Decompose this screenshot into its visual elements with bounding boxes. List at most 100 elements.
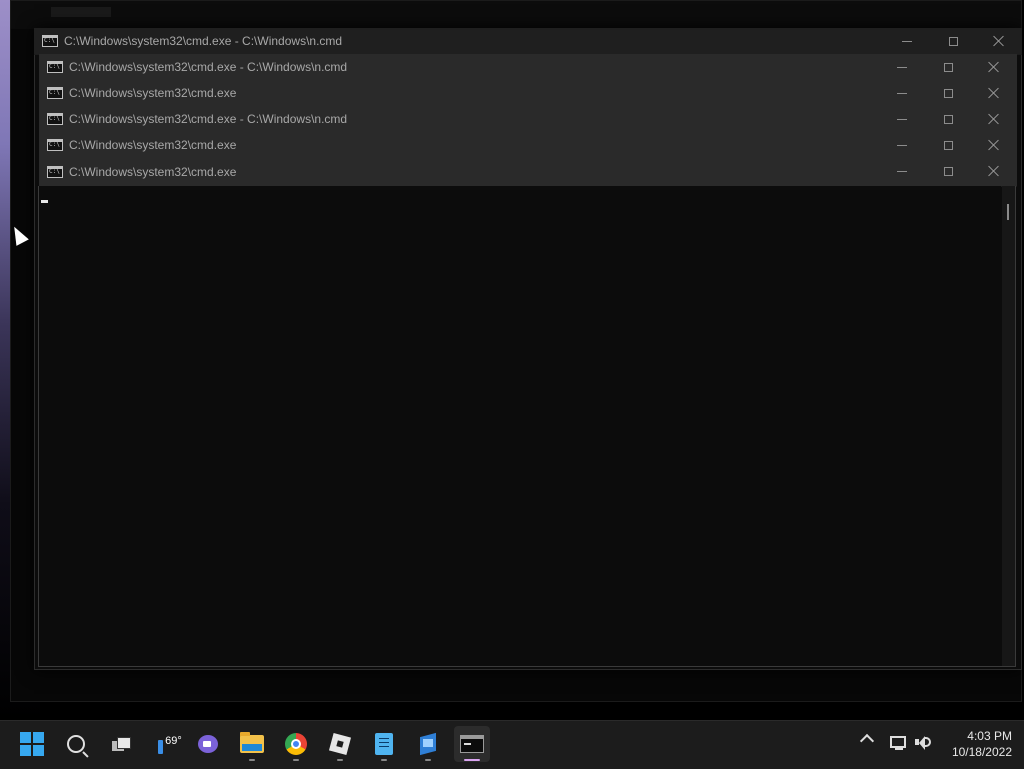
background-window-title [51,7,111,17]
cmd-window-titlebar-5[interactable]: C:\Windows\system32\cmd.exe [39,132,1017,159]
close-button[interactable] [976,28,1022,54]
cmd-window-titlebar-3[interactable]: C:\Windows\system32\cmd.exe [39,80,1017,107]
app-button[interactable] [410,726,446,762]
scrollbar-thumb[interactable] [1007,204,1009,220]
cmd-window-titlebar-6[interactable]: C:\Windows\system32\cmd.exe [39,158,1017,187]
roblox-button[interactable] [322,726,358,762]
close-button[interactable] [971,158,1017,184]
network-icon[interactable] [890,736,906,750]
minimize-button[interactable] [879,158,925,184]
volume-icon[interactable] [915,735,931,751]
active-indicator [464,759,480,761]
minimize-button[interactable] [884,28,930,54]
close-icon [988,87,1000,99]
maximize-button[interactable] [925,158,971,184]
cmd-icon [42,35,58,47]
running-indicator [293,759,299,761]
maximize-button[interactable] [925,106,971,132]
window-controls [884,28,1022,54]
terminal-button[interactable] [454,726,490,762]
window-title: C:\Windows\system32\cmd.exe - C:\Windows… [64,34,343,48]
app-icon [417,733,439,755]
search-button[interactable] [58,726,94,762]
minimize-icon [897,144,907,146]
close-icon [988,139,1000,151]
maximize-icon [943,62,953,72]
cmd-icon [47,166,63,178]
close-button[interactable] [971,54,1017,80]
window-controls [879,54,1017,80]
search-icon [67,735,85,753]
task-view-icon [112,737,131,751]
clock-date: 10/18/2022 [951,745,1012,759]
minimize-icon [902,40,912,42]
chat-button[interactable] [190,726,226,762]
maximize-button[interactable] [925,54,971,80]
maximize-icon [943,114,953,124]
window-title: C:\Windows\system32\cmd.exe [69,138,237,152]
window-controls [879,106,1017,132]
cmd-window-titlebar-4[interactable]: C:\Windows\system32\cmd.exe - C:\Windows… [39,106,1017,133]
cmd-window-titlebar-2[interactable]: C:\Windows\system32\cmd.exe - C:\Windows… [39,54,1017,81]
maximize-icon [943,88,953,98]
cmd-icon [47,87,63,99]
window-controls [879,132,1017,158]
chrome-icon [285,733,307,755]
cmd-icon [47,61,63,73]
cmd-icon [47,113,63,125]
close-icon [993,35,1005,47]
notepad-button[interactable] [366,726,402,762]
background-window-titlebar[interactable] [11,1,1021,29]
close-icon [988,165,1000,177]
minimize-icon [897,92,907,94]
maximize-icon [948,36,958,46]
text-cursor [41,200,48,203]
widgets-button[interactable]: 69° [150,726,190,762]
running-indicator [425,759,431,761]
weather-icon [158,739,164,754]
close-icon [988,61,1000,73]
console-scrollbar[interactable] [1002,186,1016,666]
close-button[interactable] [971,80,1017,106]
close-button[interactable] [971,106,1017,132]
minimize-button[interactable] [879,54,925,80]
teams-chat-icon [198,735,218,753]
window-title: C:\Windows\system32\cmd.exe - C:\Windows… [69,60,348,74]
minimize-button[interactable] [879,106,925,132]
roblox-icon [328,732,352,756]
minimize-button[interactable] [879,80,925,106]
maximize-button[interactable] [925,132,971,158]
window-title: C:\Windows\system32\cmd.exe - C:\Windows… [69,112,348,126]
maximize-icon [943,140,953,150]
file-explorer-button[interactable] [234,726,270,762]
chrome-button[interactable] [278,726,314,762]
terminal-icon [460,735,484,753]
minimize-button[interactable] [879,132,925,158]
cmd-window-titlebar-1[interactable]: C:\Windows\system32\cmd.exe - C:\Windows… [34,28,1022,55]
maximize-button[interactable] [930,28,976,54]
taskbar-clock[interactable]: 4:03 PM 10/18/2022 [940,728,1012,760]
clock-time: 4:03 PM [967,729,1012,743]
maximize-icon [943,166,953,176]
minimize-icon [897,66,907,68]
running-indicator [337,759,343,761]
widgets-weather: 69° [158,735,182,754]
running-indicator [249,759,255,761]
windows-logo-icon [20,732,44,756]
window-title: C:\Windows\system32\cmd.exe [69,86,237,100]
close-icon [988,113,1000,125]
close-button[interactable] [971,132,1017,158]
window-title: C:\Windows\system32\cmd.exe [69,165,237,179]
notepad-icon [375,733,393,755]
maximize-button[interactable] [925,80,971,106]
cmd-icon [47,139,63,151]
task-view-button[interactable] [102,726,138,762]
start-button[interactable] [14,726,50,762]
window-controls [879,80,1017,106]
running-indicator [381,759,387,761]
console-output-area[interactable] [39,186,1001,666]
minimize-icon [897,170,907,172]
window-controls [879,158,1017,184]
weather-temp: 69° [165,734,182,747]
minimize-icon [897,118,907,120]
